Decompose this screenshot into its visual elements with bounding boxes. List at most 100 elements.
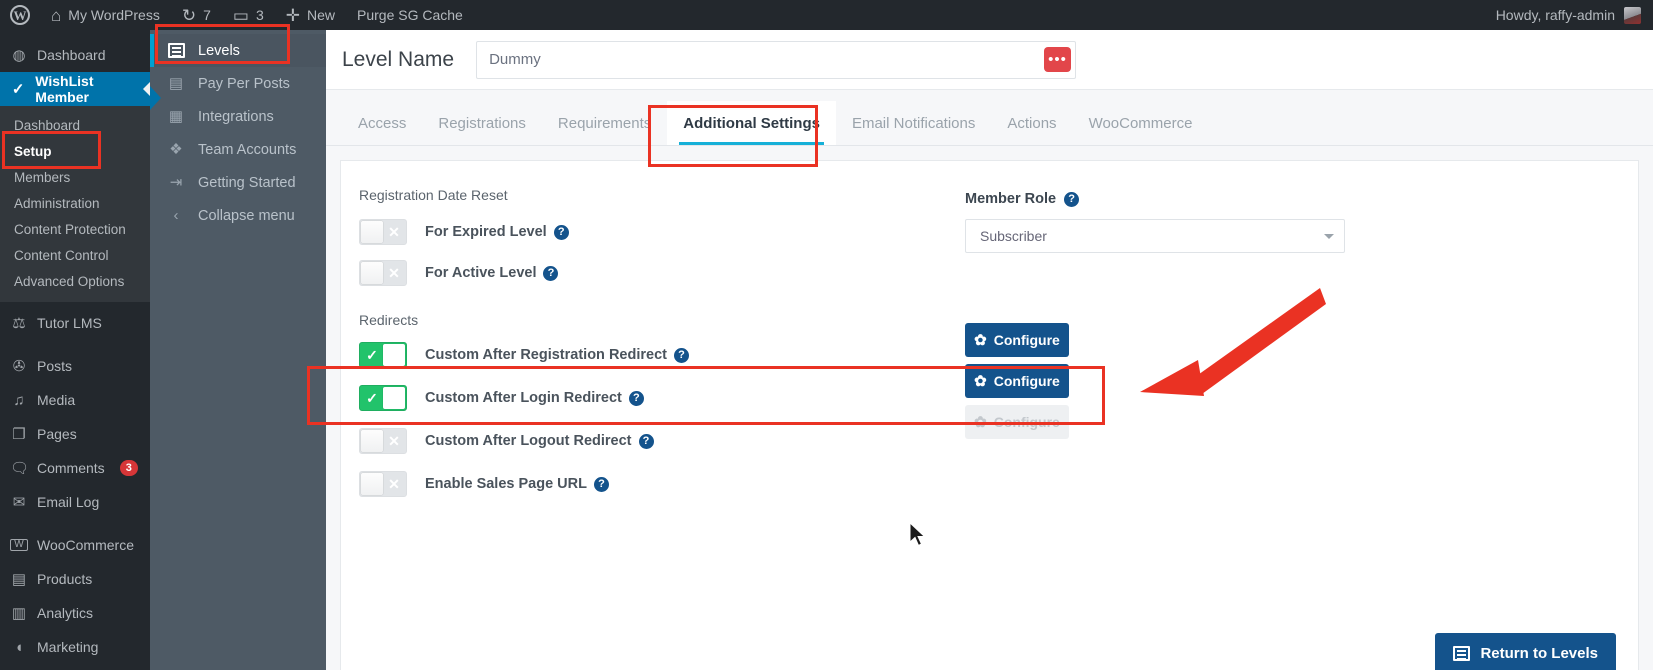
- account-menu[interactable]: Howdy, raffy-admin: [1495, 6, 1653, 24]
- plugin-nav-label: Team Accounts: [198, 141, 297, 158]
- plugin-nav-item-integrations[interactable]: ▦ Integrations: [150, 100, 326, 133]
- sidebar-item-label: Email Log: [37, 494, 100, 510]
- sidebar-item-posts[interactable]: ✇ Posts: [0, 349, 150, 383]
- configure-button-login-redirect[interactable]: ✿ Configure: [965, 364, 1069, 398]
- plugin-nav-item-collapse-menu[interactable]: ‹ Collapse menu: [150, 199, 326, 232]
- setting-label: For Expired Level: [425, 224, 547, 240]
- help-icon[interactable]: ?: [628, 390, 644, 406]
- toggle-enable-sales-page-url[interactable]: ✕: [359, 471, 407, 497]
- sidebar-item-wishlist-member[interactable]: ✓ WishList Member: [0, 72, 150, 106]
- sidebar-collapse-arrow: [150, 86, 161, 110]
- toggle-knob: [383, 344, 405, 366]
- updates-count: 7: [203, 7, 211, 23]
- woocommerce-icon: W: [10, 539, 28, 551]
- tab-additional-settings[interactable]: Additional Settings: [667, 101, 836, 145]
- products-icon: ▤: [11, 570, 27, 588]
- level-name-input[interactable]: [476, 40, 1077, 79]
- plugin-nav-item-getting-started[interactable]: ⇥ Getting Started: [150, 166, 326, 199]
- new-content-menu[interactable]: ✛ New: [275, 0, 346, 30]
- member-role-value: Subscriber: [980, 228, 1047, 244]
- redirects-heading: Redirects: [359, 312, 419, 328]
- media-icon: ♫: [13, 391, 25, 409]
- purge-sg-cache-menu[interactable]: Purge SG Cache: [346, 0, 474, 30]
- setting-row-for-active-level: ✕ For Active Level ?: [359, 260, 969, 286]
- toggle-custom-after-login-redirect[interactable]: ✓: [359, 385, 407, 411]
- tab-registrations[interactable]: Registrations: [422, 115, 542, 145]
- sidebar-item-label: Products: [37, 571, 93, 587]
- sidebar-item-email-log[interactable]: ✉ Email Log: [0, 485, 150, 519]
- additional-settings-panel: Registration Date Reset ✕ For Expired Le…: [340, 160, 1639, 670]
- sidebar-item-pages[interactable]: ❐ Pages: [0, 417, 150, 451]
- sidebar-item-label: Marketing: [37, 639, 99, 655]
- tab-email-notifications[interactable]: Email Notifications: [836, 115, 991, 145]
- updates-menu[interactable]: ↻ 7: [171, 0, 222, 30]
- login-arrow-icon: ⇥: [169, 174, 183, 191]
- sidebar-item-analytics[interactable]: ▥ Analytics: [0, 596, 150, 630]
- sidebar-item-label: Comments: [37, 460, 105, 476]
- tab-actions[interactable]: Actions: [991, 115, 1072, 145]
- sidebar-item-woocommerce[interactable]: W WooCommerce: [0, 528, 150, 562]
- gear-icon: ✿: [974, 413, 987, 431]
- submenu-label: Setup: [14, 143, 52, 159]
- sidebar-item-tutor-lms[interactable]: ⚖ Tutor LMS: [0, 306, 150, 340]
- level-name-bar: Level Name •••: [326, 30, 1653, 90]
- sidebar-item-comments[interactable]: 🗨 Comments 3: [0, 451, 150, 485]
- comments-menu[interactable]: ▭ 3: [222, 0, 275, 30]
- site-name-menu[interactable]: ⌂ My WordPress: [40, 0, 171, 30]
- sidebar-item-members[interactable]: Members: [0, 164, 150, 190]
- help-icon[interactable]: ?: [638, 433, 654, 449]
- sidebar-divider: [0, 519, 150, 528]
- sidebar-item-setup[interactable]: Setup: [0, 138, 150, 164]
- help-icon[interactable]: ?: [673, 347, 689, 363]
- tab-access[interactable]: Access: [342, 115, 422, 145]
- check-icon: ✓: [366, 346, 378, 363]
- ellipsis-icon[interactable]: •••: [1044, 46, 1072, 72]
- return-to-levels-button[interactable]: Return to Levels: [1435, 633, 1616, 670]
- toggle-for-expired-level[interactable]: ✕: [359, 219, 407, 245]
- sidebar-item-dashboard[interactable]: ◍ Dashboard: [0, 38, 150, 72]
- submenu-label: Advanced Options: [14, 273, 125, 289]
- sidebar-item-media[interactable]: ♫ Media: [0, 383, 150, 417]
- configure-button-registration-redirect[interactable]: ✿ Configure: [965, 323, 1069, 357]
- tab-woocommerce[interactable]: WooCommerce: [1073, 115, 1209, 145]
- setting-label: Custom After Registration Redirect: [425, 347, 667, 363]
- sidebar-item-content-protection[interactable]: Content Protection: [0, 216, 150, 242]
- megaphone-icon: ◖: [14, 638, 24, 656]
- registration-date-reset-heading: Registration Date Reset: [359, 187, 508, 203]
- member-role-select[interactable]: Subscriber: [965, 219, 1345, 253]
- submenu-label: Administration: [14, 195, 100, 211]
- setting-row-custom-after-registration-redirect: ✓ Custom After Registration Redirect ?: [359, 342, 969, 368]
- level-name-field-wrap: •••: [476, 40, 1077, 79]
- page-title: Level Name: [342, 47, 455, 71]
- setting-label-wrap: For Active Level ?: [425, 265, 559, 281]
- plugin-nav-label: Levels: [198, 42, 240, 59]
- toggle-for-active-level[interactable]: ✕: [359, 260, 407, 286]
- main-content: Level Name ••• Access Registrations Requ…: [326, 30, 1653, 670]
- sidebar-item-label: Analytics: [37, 605, 94, 621]
- plugin-nav-item-pay-per-posts[interactable]: ▤ Pay Per Posts: [150, 67, 326, 100]
- sidebar-item-administration[interactable]: Administration: [0, 190, 150, 216]
- gear-icon: ✿: [974, 331, 987, 349]
- help-icon[interactable]: ?: [553, 224, 569, 240]
- toggle-custom-after-logout-redirect[interactable]: ✕: [359, 428, 407, 454]
- sidebar-item-products[interactable]: ▤ Products: [0, 562, 150, 596]
- page-icon: ❐: [12, 425, 26, 443]
- toggle-custom-after-registration-redirect[interactable]: ✓: [359, 342, 407, 368]
- wordpress-logo-button[interactable]: W: [0, 0, 40, 30]
- return-to-levels-label: Return to Levels: [1480, 644, 1598, 662]
- plugin-nav-item-team-accounts[interactable]: ❖ Team Accounts: [150, 133, 326, 166]
- plugin-nav-item-levels[interactable]: Levels: [150, 34, 326, 67]
- plugin-nav-label: Collapse menu: [198, 207, 295, 224]
- howdy-label: Howdy, raffy-admin: [1495, 7, 1615, 23]
- sidebar-item-marketing[interactable]: ◖ Marketing: [0, 630, 150, 664]
- help-icon[interactable]: ?: [593, 476, 609, 492]
- sidebar-item-content-control[interactable]: Content Control: [0, 242, 150, 268]
- sidebar-item-dashboard-sub[interactable]: Dashboard: [0, 112, 150, 138]
- sidebar-item-advanced-options[interactable]: Advanced Options: [0, 268, 150, 294]
- tab-requirements[interactable]: Requirements: [542, 115, 667, 145]
- submenu-label: Members: [14, 169, 71, 185]
- envelope-icon: ✉: [12, 493, 26, 511]
- plugin-nav-label: Integrations: [198, 108, 274, 125]
- help-icon[interactable]: ?: [543, 265, 559, 281]
- help-icon[interactable]: ?: [1064, 191, 1080, 207]
